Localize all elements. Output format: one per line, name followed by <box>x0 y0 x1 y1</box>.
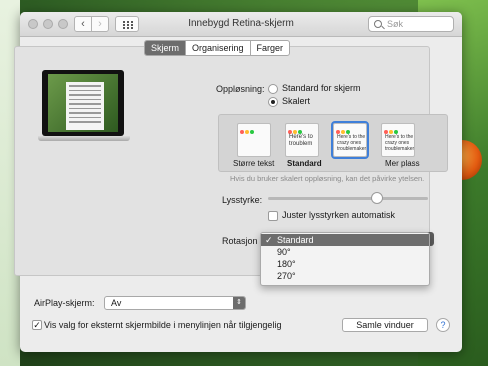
back-button[interactable]: ‹ <box>74 16 92 32</box>
mirror-options-label[interactable]: Vis valg for eksternt skjermbilde i meny… <box>44 320 281 330</box>
auto-brightness-label[interactable]: Juster lysstyrken automatisk <box>282 210 395 220</box>
rotation-label: Rotasjon <box>222 236 258 246</box>
rotation-option-standard[interactable]: ✓ Standard <box>261 234 429 246</box>
rotation-option-90[interactable]: 90° <box>261 246 429 258</box>
minimize-button[interactable] <box>43 19 53 29</box>
forward-button[interactable]: › <box>91 16 109 32</box>
search-placeholder: Søk <box>387 19 404 29</box>
gather-windows-button[interactable]: Samle vinduer <box>342 318 428 332</box>
laptop-illustration <box>42 70 124 136</box>
brightness-label: Lysstyrke: <box>222 195 263 205</box>
rotation-dropdown-menu[interactable]: ✓ Standard 90° 180° 270° <box>260 232 430 286</box>
scale-standard-label: Standard <box>287 159 322 168</box>
scale-more-space-label: Mer plass <box>385 159 420 168</box>
scale-option-more-space[interactable]: Here's to the crazy ones troublemakers <box>381 123 415 157</box>
rotation-option-270[interactable]: 270° <box>261 270 429 282</box>
resolution-scaled-label[interactable]: Skalert <box>282 96 310 106</box>
tab-skjerm[interactable]: Skjerm <box>145 41 187 55</box>
titlebar: ‹ › Innebygd Retina-skjerm Søk <box>20 12 462 37</box>
scaled-options-box: Større tekst Here's to troublem Standard… <box>218 114 448 172</box>
scale-larger-text-label: Større tekst <box>233 159 275 168</box>
chevron-left-icon: ‹ <box>81 18 85 30</box>
resolution-default-label[interactable]: Standard for skjerm <box>282 83 361 93</box>
scale-standard-preview: Here's to troublem <box>289 134 313 147</box>
checkmark-icon: ✓ <box>33 320 41 330</box>
checkmark-icon: ✓ <box>265 235 273 245</box>
laptop-base <box>38 136 130 141</box>
scale-option-selected[interactable]: Here's to the crazy ones troublemakers <box>331 121 369 159</box>
mirror-options-checkbox[interactable]: ✓ <box>32 320 42 330</box>
airplay-value: Av <box>111 298 122 308</box>
brightness-slider-knob[interactable] <box>370 192 383 204</box>
help-icon: ? <box>440 320 446 330</box>
resolution-default-radio[interactable] <box>268 84 278 94</box>
airplay-select[interactable]: Av ⇕ <box>104 296 246 310</box>
tab-organisering[interactable]: Organisering <box>186 41 251 55</box>
zoom-button[interactable] <box>58 19 68 29</box>
tab-farger[interactable]: Farger <box>251 41 290 55</box>
search-icon <box>374 20 382 28</box>
airplay-label: AirPlay-skjerm: <box>34 298 95 308</box>
tab-bar: Skjerm Organisering Farger <box>144 40 291 56</box>
chevron-right-icon: › <box>98 18 102 30</box>
brightness-slider[interactable] <box>268 197 428 200</box>
show-all-button[interactable] <box>115 16 139 32</box>
search-input[interactable]: Søk <box>368 16 454 32</box>
scale-option-larger-text[interactable] <box>237 123 271 157</box>
help-button[interactable]: ? <box>436 318 450 332</box>
scale-option-standard[interactable]: Here's to troublem <box>285 123 319 157</box>
scaling-hint: Hvis du bruker skalert oppløsning, kan d… <box>230 174 425 183</box>
scale-selected-preview: Here's to the crazy ones troublemakers <box>337 134 367 152</box>
close-button[interactable] <box>28 19 38 29</box>
chevron-updown-icon: ⇕ <box>233 297 245 309</box>
auto-brightness-checkbox[interactable] <box>268 211 278 221</box>
scale-more-space-preview: Here's to the crazy ones troublemakers <box>385 134 415 152</box>
rotation-option-180[interactable]: 180° <box>261 258 429 270</box>
resolution-label: Oppløsning: <box>216 84 265 94</box>
resolution-scaled-radio[interactable] <box>268 97 278 107</box>
